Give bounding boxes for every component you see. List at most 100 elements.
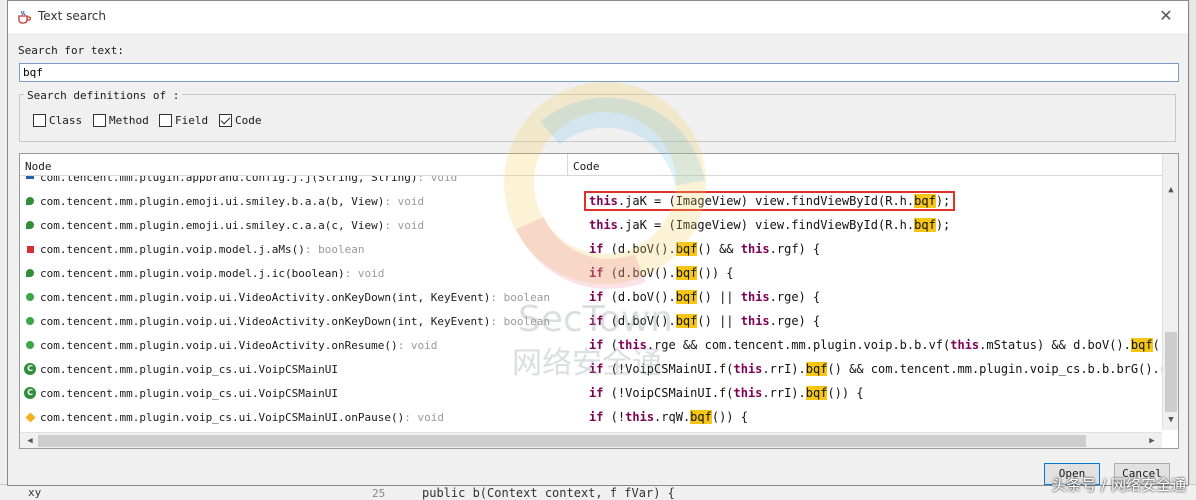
node-signature: : boolean [490, 290, 550, 304]
class-checkbox-label: Class [49, 114, 83, 127]
scroll-up-icon[interactable]: ▲ [1163, 182, 1178, 198]
node-name: com.tencent.mm.plugin.voip.ui.VideoActiv… [40, 338, 398, 352]
code-row[interactable]: if (d.boV().bqf() || this.rge) { [569, 309, 1162, 333]
dialog-title: Text search [38, 9, 106, 23]
class-icon: C [20, 363, 40, 375]
node-name: com.tencent.mm.plugin.voip_cs.ui.VoipCSM… [40, 386, 339, 400]
code-list: this.jaK = (ImageView) view.findViewById… [569, 176, 1162, 432]
node-signature: : void [384, 218, 425, 232]
code-checkbox-label: Code [235, 114, 262, 127]
node-name: com.tencent.mm.plugin.appbrand.config.j.… [40, 176, 418, 184]
close-icon: ✕ [1159, 6, 1173, 25]
code-row[interactable]: this.jaK = (ImageView) view.findViewById… [569, 213, 1162, 237]
code-row[interactable]: if (!VoipCSMainUI.f(this.rrI).bqf()) { [569, 381, 1162, 405]
code-text: if (!VoipCSMainUI.f(this.rrI).bqf()) { [589, 386, 864, 400]
public-method-icon [20, 341, 40, 349]
corner-watermark: 头条号 / 网络安全通 [1051, 476, 1186, 494]
scroll-right-icon[interactable]: ▶ [1144, 433, 1160, 448]
node-signature: : void [397, 338, 438, 352]
code-text: if (d.boV().bqf() || this.rge) { [589, 314, 821, 328]
code-row[interactable]: if (d.boV().bqf() && this.rgf) { [569, 237, 1162, 261]
ide-right-edge [1190, 0, 1196, 500]
node-row[interactable]: com.tencent.mm.plugin.appbrand.config.j.… [20, 176, 568, 189]
code-column-header[interactable]: Code [568, 154, 1162, 176]
node-row[interactable]: com.tencent.mm.plugin.emoji.ui.smiley.c.… [20, 213, 568, 237]
search-input[interactable] [19, 63, 1179, 82]
code-text: if (this.rge && com.tencent.mm.plugin.vo… [589, 338, 1162, 352]
close-button[interactable]: ✕ [1154, 5, 1178, 27]
node-name: com.tencent.mm.plugin.voip.model.j.ic(bo… [40, 266, 345, 280]
search-label: Search for text: [18, 44, 124, 57]
method-blue-icon [20, 176, 40, 179]
title-bar: Text search ✕ [8, 1, 1188, 33]
constructor-icon [20, 269, 40, 277]
code-row-selected[interactable]: this.jaK = (ImageView) view.findViewById… [569, 189, 1162, 213]
scroll-left-icon[interactable]: ◀ [22, 433, 38, 448]
text-search-dialog: Text search ✕ Search for text: Search de… [7, 0, 1189, 486]
code-text: if (!VoipCSMainUI.f(this.rrI).bqf() && c… [589, 362, 1162, 376]
code-text: if (!this.rqW.bqf()) { [589, 410, 748, 424]
code-text: if (d.boV().bqf() || this.rge) { [589, 290, 821, 304]
class-checkbox-box[interactable] [33, 114, 46, 127]
method-checkbox-label: Method [109, 114, 149, 127]
results-table: Node Code com.tencent.mm.plugin.appbrand… [19, 153, 1179, 449]
code-row[interactable]: if (!VoipCSMainUI.f(this.rrI).bqf() && c… [569, 357, 1162, 381]
code-text: if (d.boV().bqf()) { [589, 266, 734, 280]
node-signature: : boolean [304, 242, 365, 256]
code-text: if (d.boV().bqf() && this.rgf) { [589, 242, 821, 256]
node-name: com.tencent.mm.plugin.voip_cs.ui.VoipCSM… [40, 362, 339, 376]
scroll-down-icon[interactable]: ▼ [1163, 412, 1178, 428]
code-text: this.jaK = (ImageView) view.findViewById… [584, 191, 956, 211]
horizontal-scroll-thumb[interactable] [38, 435, 1086, 447]
node-signature: : void [344, 266, 385, 280]
code-text: this.jaK = (ImageView) view.findViewById… [589, 218, 951, 232]
node-signature: : boolean [490, 314, 550, 328]
constructor-icon [20, 197, 40, 205]
node-signature: : void [417, 176, 458, 184]
code-row[interactable]: if (d.boV().bqf() || this.rge) { [569, 285, 1162, 309]
code-row[interactable]: if (d.boV().bqf()) { [569, 261, 1162, 285]
node-name: com.tencent.mm.plugin.voip.model.j.aMs() [40, 242, 305, 256]
method-checkbox[interactable]: Method [93, 114, 149, 127]
code-row[interactable]: if (this.rge && com.tencent.mm.plugin.vo… [569, 333, 1162, 357]
node-row[interactable]: com.tencent.mm.plugin.emoji.ui.smiley.b.… [20, 189, 568, 213]
node-name: com.tencent.mm.plugin.emoji.ui.smiley.b.… [40, 194, 385, 208]
background-editor: xy 25 public b(Context context, f fVar) … [0, 484, 1196, 500]
node-name: com.tencent.mm.plugin.emoji.ui.smiley.c.… [40, 218, 385, 232]
background-line-number: 25 [372, 487, 386, 500]
field-checkbox[interactable]: Field [159, 114, 208, 127]
constructor-icon [20, 221, 40, 229]
node-row[interactable]: com.tencent.mm.plugin.voip.model.j.ic(bo… [20, 261, 568, 285]
code-row[interactable]: if (!this.rqW.bqf()) { [569, 405, 1162, 429]
vertical-scrollbar[interactable]: ▲ ▼ [1162, 154, 1178, 430]
node-name: com.tencent.mm.plugin.voip.ui.VideoActiv… [40, 314, 491, 328]
node-row[interactable]: com.tencent.mm.plugin.voip.ui.VideoActiv… [20, 333, 568, 357]
class-checkbox[interactable]: Class [33, 114, 82, 127]
node-list: com.tencent.mm.plugin.appbrand.config.j.… [20, 176, 568, 432]
field-checkbox-box[interactable] [159, 114, 172, 127]
public-method-icon [20, 317, 40, 325]
search-definitions-label: Search definitions of : [24, 89, 183, 102]
private-method-icon [20, 245, 40, 253]
java-cup-icon [18, 10, 32, 24]
public-method-icon [20, 293, 40, 301]
node-row[interactable]: Ccom.tencent.mm.plugin.voip_cs.ui.VoipCS… [20, 357, 568, 381]
node-row[interactable]: Ccom.tencent.mm.plugin.voip_cs.ui.VoipCS… [20, 381, 568, 405]
background-editor-fragment: xy [28, 486, 42, 499]
code-checkbox[interactable]: Code [219, 114, 262, 127]
node-signature: : void [404, 410, 444, 424]
background-code-line: public b(Context context, f fVar) { [422, 486, 675, 500]
horizontal-scrollbar[interactable]: ◀ ▶ [20, 432, 1162, 448]
node-name: com.tencent.mm.plugin.voip.ui.VideoActiv… [40, 290, 491, 304]
vertical-scroll-thumb[interactable] [1165, 332, 1177, 412]
node-signature: : void [384, 194, 425, 208]
method-checkbox-box[interactable] [93, 114, 106, 127]
node-name: com.tencent.mm.plugin.voip_cs.ui.VoipCSM… [40, 410, 405, 424]
node-row[interactable]: com.tencent.mm.plugin.voip.ui.VideoActiv… [20, 285, 568, 309]
code-checkbox-box[interactable] [219, 114, 232, 127]
node-row[interactable]: com.tencent.mm.plugin.voip.model.j.aMs()… [20, 237, 568, 261]
node-row[interactable]: com.tencent.mm.plugin.voip_cs.ui.VoipCSM… [20, 405, 568, 429]
node-row[interactable]: com.tencent.mm.plugin.voip.ui.VideoActiv… [20, 309, 568, 333]
field-checkbox-label: Field [175, 114, 209, 127]
node-column-header[interactable]: Node [20, 154, 568, 176]
